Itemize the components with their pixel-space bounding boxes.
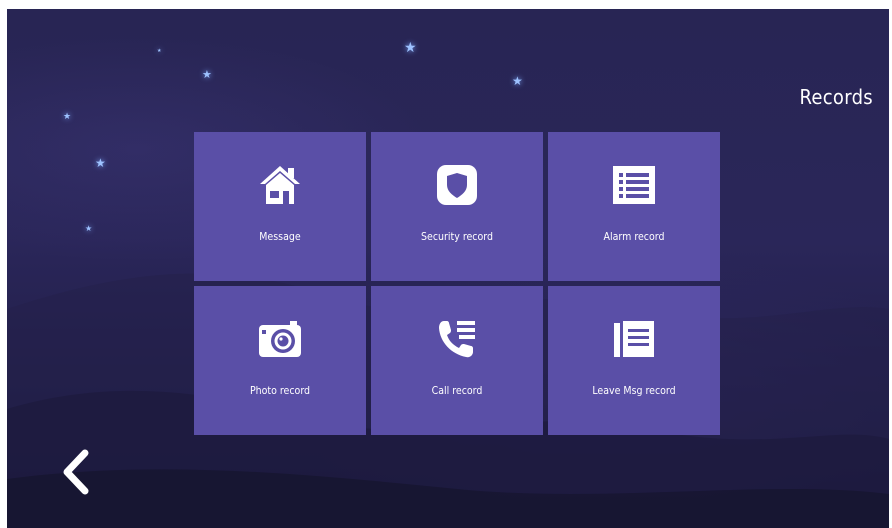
leave-msg-record-tile[interactable]: Leave Msg record <box>548 286 720 435</box>
message-board-icon <box>614 321 654 357</box>
tile-label: Leave Msg record <box>592 385 676 397</box>
message-tile[interactable]: Message <box>194 132 366 281</box>
star-icon: ★ <box>63 112 72 122</box>
photo-record-tile[interactable]: Photo record <box>194 286 366 435</box>
star-icon: ★ <box>157 48 162 54</box>
home-icon <box>260 166 300 204</box>
tile-label: Security record <box>421 231 493 243</box>
alarm-record-tile[interactable]: Alarm record <box>548 132 720 281</box>
page-title: Records <box>799 85 873 109</box>
star-icon: ★ <box>404 40 417 56</box>
tile-label: Alarm record <box>603 231 665 243</box>
back-button[interactable] <box>55 447 95 497</box>
star-icon: ★ <box>512 74 523 88</box>
call-record-tile[interactable]: Call record <box>371 286 543 435</box>
security-record-tile[interactable]: Security record <box>371 132 543 281</box>
camera-icon <box>259 321 301 357</box>
records-screen: ★ ★ ★ ★ ★ ★ ★ Records Message Security r… <box>7 9 889 528</box>
phone-list-icon <box>439 321 475 358</box>
tile-label: Call record <box>431 385 483 397</box>
star-icon: ★ <box>85 224 93 233</box>
star-icon: ★ <box>202 68 212 81</box>
shield-icon <box>437 165 477 205</box>
star-icon: ★ <box>95 156 106 170</box>
tile-label: Photo record <box>249 385 311 397</box>
list-icon <box>613 166 655 204</box>
tile-label: Message <box>259 231 301 243</box>
